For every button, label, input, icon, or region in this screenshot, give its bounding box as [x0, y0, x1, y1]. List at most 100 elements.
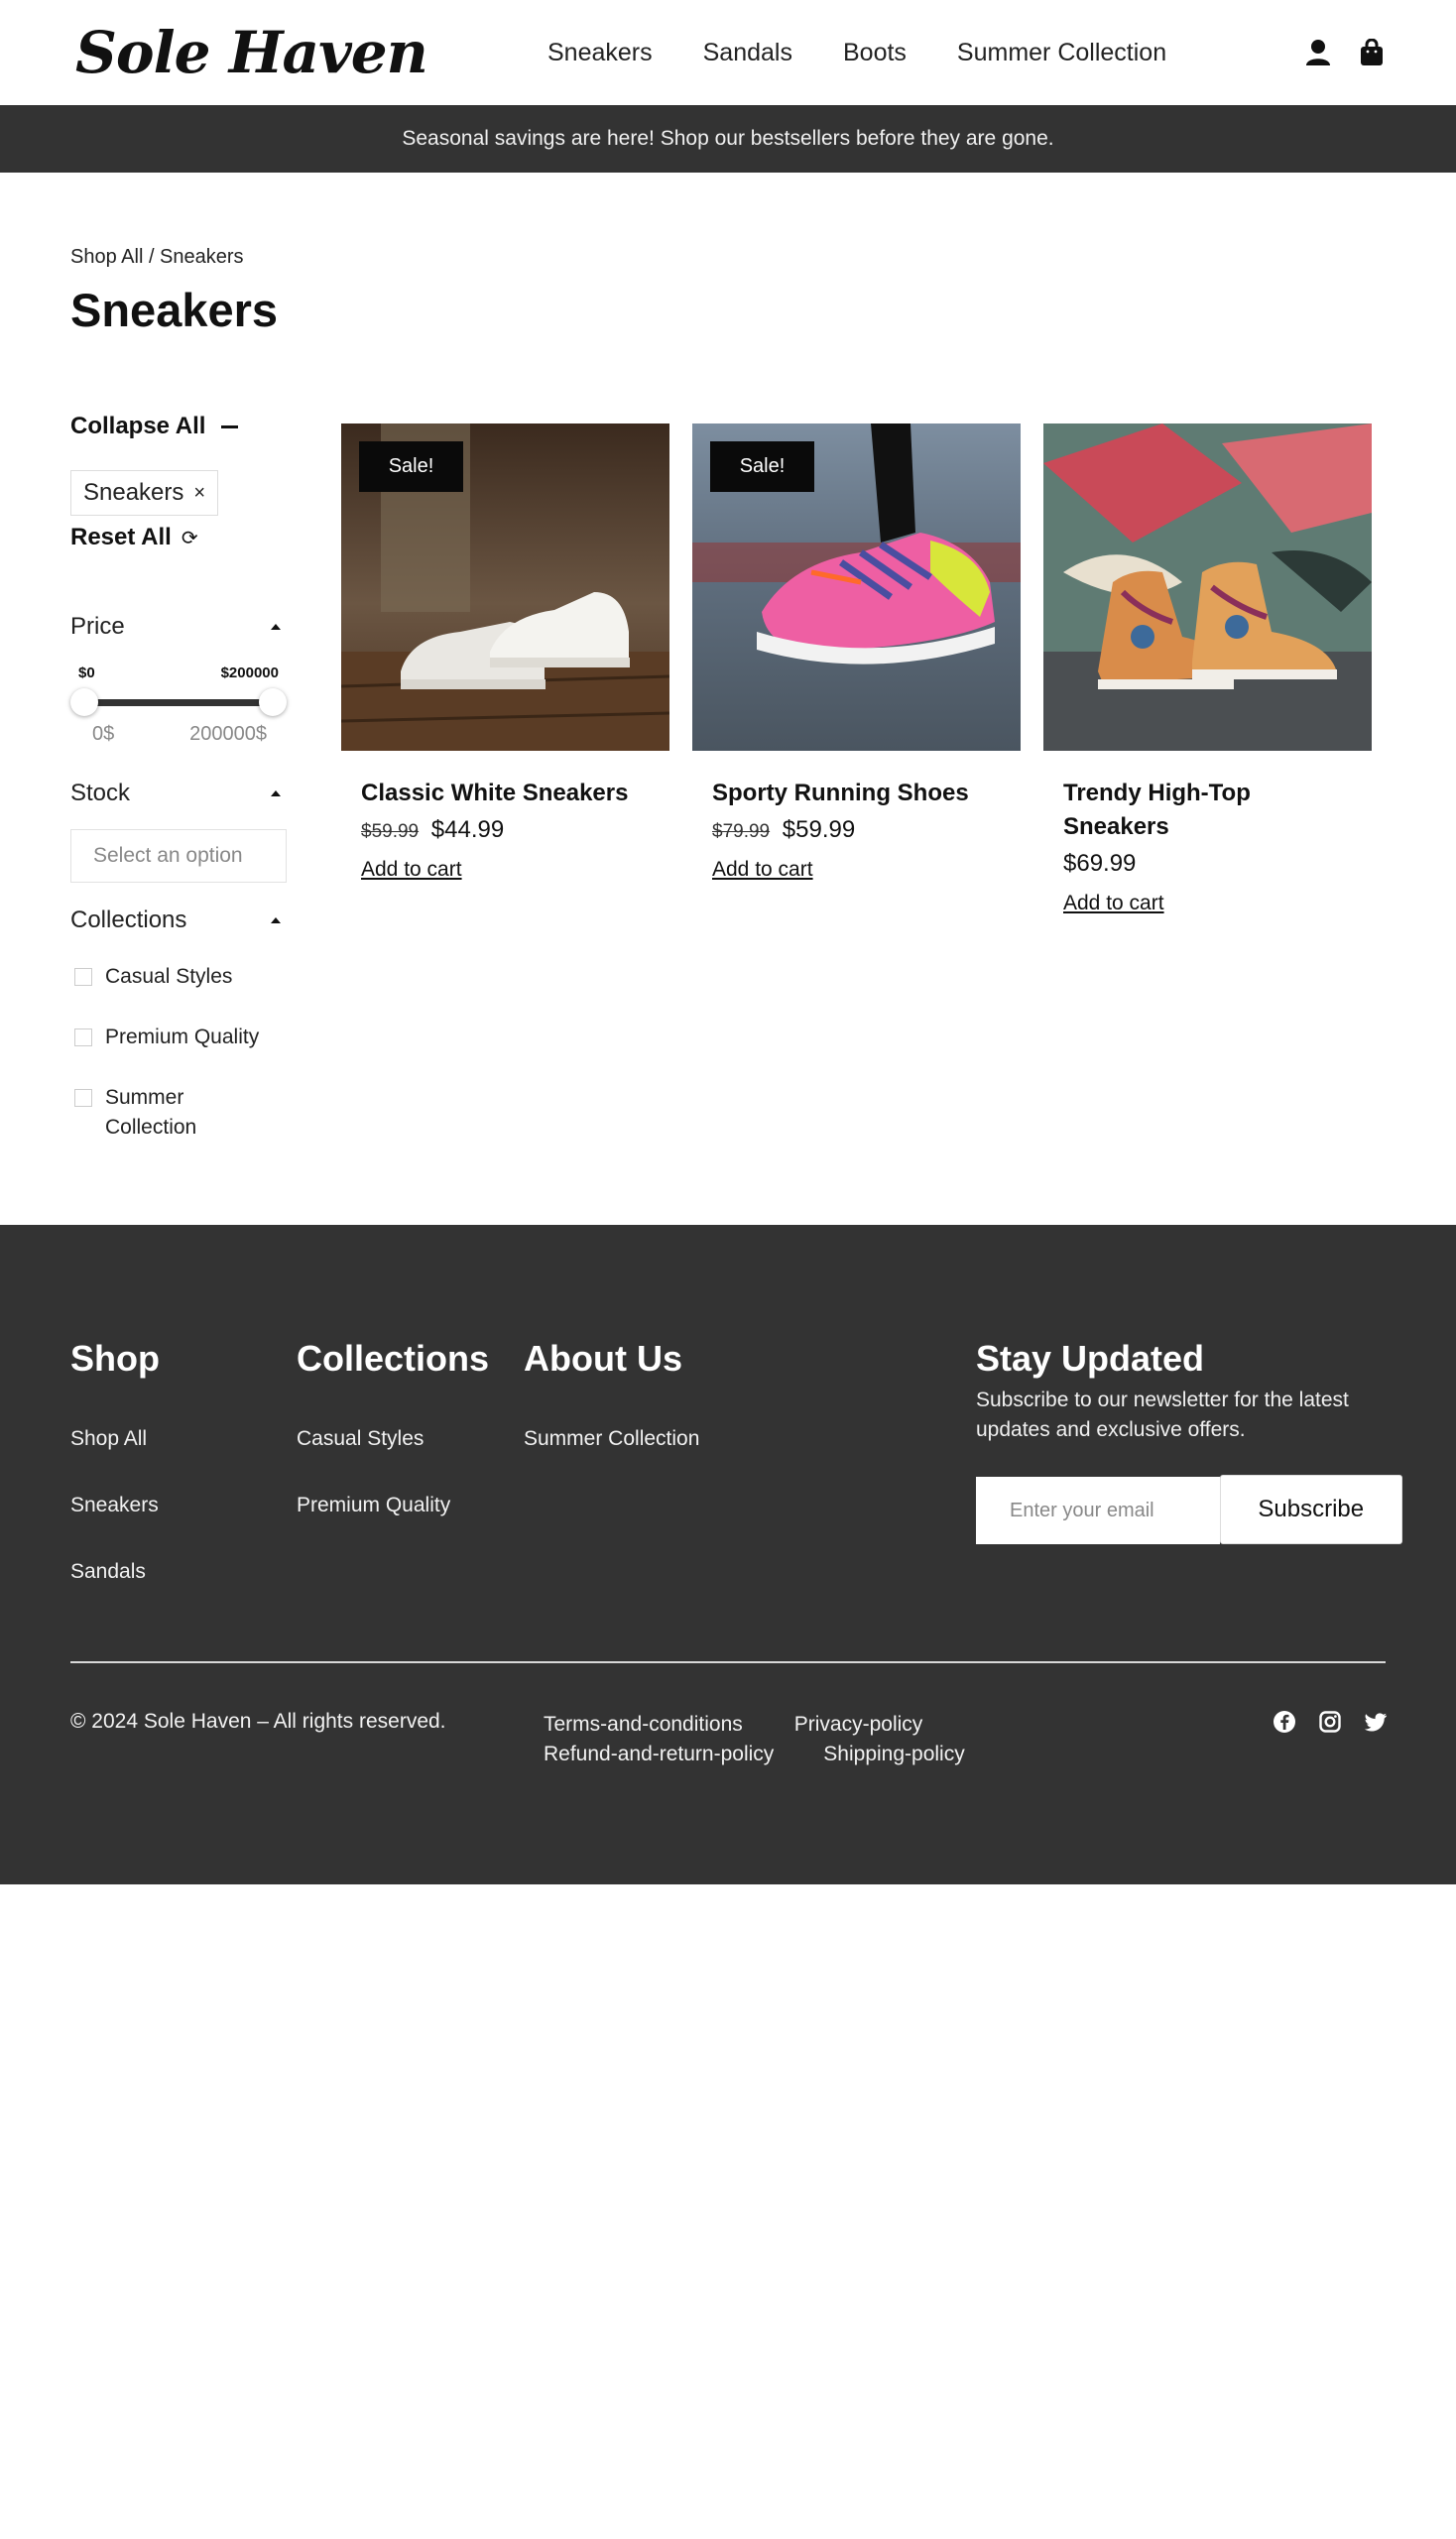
price-filter-label: Price [70, 613, 125, 640]
policy-links: Terms-and-conditions Privacy-policy Refu… [544, 1710, 965, 1769]
collection-option-label: Premium Quality [105, 1026, 260, 1048]
policy-link-refund[interactable]: Refund-and-return-policy [544, 1740, 774, 1769]
active-filter-chip[interactable]: Sneakers × [70, 470, 219, 516]
refresh-icon: ⟳ [181, 527, 198, 549]
footer-shop-column: Shop Shop All Sneakers Sandals [70, 1338, 160, 1605]
active-filter-label: Sneakers [83, 479, 184, 506]
product-grid: Sale! Classic White Sneakers $59.99 $44.… [341, 423, 1372, 915]
breadcrumb[interactable]: Shop All / Sneakers [70, 246, 244, 269]
checkbox[interactable] [74, 1028, 92, 1046]
collection-option-casual-styles[interactable]: Casual Styles [70, 962, 287, 992]
user-icon[interactable] [1304, 38, 1332, 67]
subscribe-button[interactable]: Subscribe [1219, 1475, 1402, 1544]
original-price: $59.99 [361, 821, 420, 842]
product-name[interactable]: Trendy High-Top Sneakers [1063, 777, 1352, 844]
stock-filter-label: Stock [70, 780, 131, 806]
original-price: $79.99 [712, 821, 771, 842]
footer-link-shop-all[interactable]: Shop All [70, 1405, 160, 1472]
main-nav: Sneakers Sandals Boots Summer Collection [547, 39, 1166, 67]
site-logo[interactable]: Sole Haven [75, 19, 452, 86]
price-range-labels: $0 $200000 [70, 665, 287, 681]
newsletter-title: Stay Updated [976, 1338, 1205, 1379]
nav-link-summer-collection[interactable]: Summer Collection [957, 39, 1166, 67]
collection-option-summer-collection[interactable]: Summer Collection [70, 1083, 287, 1143]
nav-link-boots[interactable]: Boots [843, 39, 907, 67]
footer-about-title: About Us [524, 1338, 682, 1379]
policy-link-terms[interactable]: Terms-and-conditions [544, 1710, 743, 1740]
minus-icon [221, 424, 239, 428]
announcement-bar: Seasonal savings are here! Shop our best… [0, 105, 1456, 173]
product-card[interactable]: Sale! Classic White Sneakers $59.99 $44.… [341, 423, 669, 915]
newsletter-text: Subscribe to our newsletter for the late… [976, 1389, 1349, 1441]
add-to-cart-button[interactable]: Add to cart [1063, 892, 1164, 915]
product-price: $79.99 $59.99 [712, 816, 1001, 844]
policy-link-shipping[interactable]: Shipping-policy [823, 1740, 964, 1769]
site-footer: Shop Shop All Sneakers Sandals Collectio… [0, 1225, 1456, 1884]
site-header: Sole Haven Sneakers Sandals Boots Summer… [0, 0, 1456, 105]
filter-sidebar: Collapse All Sneakers × Reset All ⟳ Pric… [70, 407, 287, 1143]
product-image[interactable]: Sale! [341, 423, 669, 751]
product-price: $59.99 $44.99 [361, 816, 650, 844]
nav-link-sandals[interactable]: Sandals [703, 39, 792, 67]
newsletter-form: Enter your email Subscribe [976, 1475, 1402, 1544]
footer-divider [70, 1661, 1386, 1663]
price-slider-min-handle[interactable] [70, 688, 98, 716]
product-image[interactable]: Sale! [692, 423, 1021, 751]
product-card[interactable]: Trendy High-Top Sneakers $69.99 Add to c… [1043, 423, 1372, 915]
sale-price: $59.99 [782, 816, 856, 843]
product-price: $69.99 [1063, 850, 1352, 878]
policy-link-privacy[interactable]: Privacy-policy [794, 1710, 923, 1740]
price-range-values: 0$ 200000$ [70, 723, 287, 746]
checkbox[interactable] [74, 968, 92, 986]
sale-badge: Sale! [710, 441, 814, 492]
product-card[interactable]: Sale! Sporty Running Shoes $79.99 $59.99… [692, 423, 1021, 915]
stock-filter-toggle[interactable]: Stock [70, 774, 287, 813]
collapse-all-label: Collapse All [70, 413, 206, 439]
sale-price: $44.99 [430, 816, 505, 843]
header-actions [1304, 38, 1386, 67]
instagram-icon[interactable] [1318, 1710, 1342, 1734]
reset-all-button[interactable]: Reset All ⟳ [70, 520, 287, 555]
chevron-up-icon [271, 624, 281, 630]
close-icon[interactable]: × [193, 482, 205, 505]
checkbox[interactable] [74, 1089, 92, 1107]
footer-about-column: About Us Summer Collection [524, 1338, 699, 1472]
product-name[interactable]: Sporty Running Shoes [712, 777, 1001, 810]
shopping-bag-icon[interactable] [1358, 38, 1386, 67]
collections-filter-toggle[interactable]: Collections [70, 901, 287, 940]
footer-collections-column: Collections Casual Styles Premium Qualit… [297, 1338, 489, 1538]
footer-link-premium-quality[interactable]: Premium Quality [297, 1472, 489, 1538]
product-name[interactable]: Classic White Sneakers [361, 777, 650, 810]
stock-select[interactable]: Select an option [70, 829, 287, 883]
price-max-value[interactable]: 200000$ [189, 723, 267, 746]
sale-badge: Sale! [359, 441, 463, 492]
price-min-value[interactable]: 0$ [92, 723, 114, 746]
collection-option-label: Summer Collection [105, 1086, 197, 1139]
nav-link-sneakers[interactable]: Sneakers [547, 39, 653, 67]
email-field[interactable]: Enter your email [976, 1477, 1220, 1544]
footer-link-sneakers[interactable]: Sneakers [70, 1472, 160, 1538]
collection-option-label: Casual Styles [105, 965, 233, 988]
price-slider[interactable] [70, 687, 287, 717]
collection-option-premium-quality[interactable]: Premium Quality [70, 1023, 287, 1052]
social-links [1273, 1710, 1388, 1734]
reset-all-label: Reset All [70, 524, 172, 550]
footer-link-casual-styles[interactable]: Casual Styles [297, 1405, 489, 1472]
chevron-up-icon [271, 790, 281, 796]
twitter-icon[interactable] [1364, 1710, 1388, 1734]
newsletter-section: Stay Updated Subscribe to our newsletter… [976, 1338, 1402, 1544]
product-image[interactable] [1043, 423, 1372, 751]
footer-link-summer-collection[interactable]: Summer Collection [524, 1405, 699, 1472]
price-slider-max-handle[interactable] [259, 688, 287, 716]
add-to-cart-button[interactable]: Add to cart [361, 858, 462, 882]
chevron-up-icon [271, 917, 281, 923]
collections-filter-label: Collections [70, 907, 187, 933]
facebook-icon[interactable] [1273, 1710, 1296, 1734]
page-title: Sneakers [70, 284, 279, 336]
collapse-all-button[interactable]: Collapse All [70, 407, 287, 446]
add-to-cart-button[interactable]: Add to cart [712, 858, 813, 882]
footer-link-sandals[interactable]: Sandals [70, 1538, 160, 1605]
sale-price: $69.99 [1063, 850, 1137, 877]
price-filter-toggle[interactable]: Price [70, 607, 287, 647]
footer-collections-title: Collections [297, 1338, 490, 1379]
